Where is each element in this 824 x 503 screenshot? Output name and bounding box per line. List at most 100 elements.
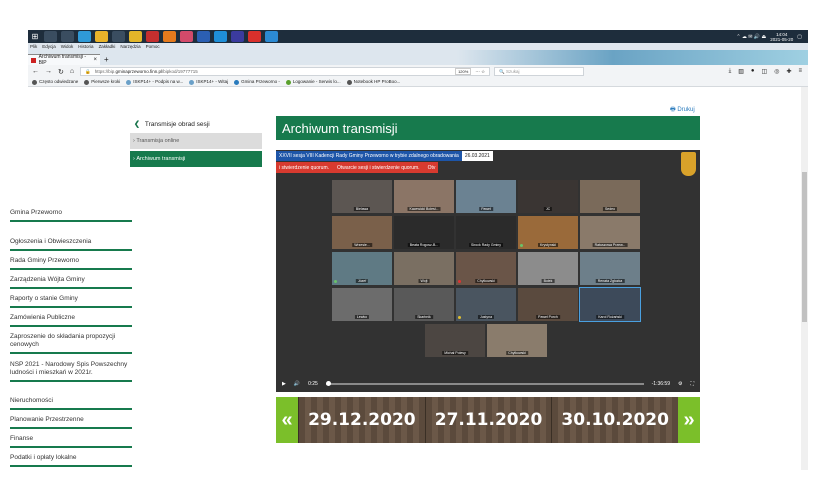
menu-icon[interactable]: ≡ [798,68,802,75]
speaking-icon [334,280,337,283]
carousel-slide[interactable]: 30.10.2020 [551,397,679,443]
app-icon[interactable] [180,31,193,42]
app-icon[interactable] [265,31,278,42]
store-icon[interactable] [112,31,125,42]
reload-icon[interactable]: ↻ [58,68,64,76]
extension-icon[interactable]: ◎ [774,68,779,75]
participant-tile: Ratuszowa Przew... [580,216,640,249]
app-icon[interactable] [197,31,210,42]
firefox-icon[interactable] [163,31,176,42]
carousel-next-button[interactable]: » [678,397,701,443]
menu-history[interactable]: Historia [78,44,93,49]
participant-name: Renata Zgłozka [595,279,625,283]
participant-tile: Krystynski [518,216,578,249]
participant-name: Sedeo [602,207,618,211]
toolbar-icons: ⤓ ▥ ● ◫ ◎ ✚ ≡ [729,68,808,75]
bookmark-item[interactable]: Gmina Przeworno - [234,79,280,85]
sidebar-item-finanse[interactable]: Finanse [10,435,132,448]
page-title: Archiwum transmisji [276,116,700,140]
participant-name: Józef [355,279,369,283]
sidebar-item-podatki[interactable]: Podatki i opłaty lokalne [10,454,132,467]
sidebar-item-zarzadzenia[interactable]: Zarządzenia Wójta Gminy [10,276,132,289]
sidebar-item-gmina[interactable]: Gmina Przeworno [10,209,132,222]
url-bar[interactable]: 🔒 https://bip.gminaprzeworno.finn.pl/bip… [80,67,491,76]
bookmark-item[interactable]: ISKP14+ - Podpis na w... [126,79,183,85]
forward-icon[interactable]: → [45,68,52,75]
page-scrollbar[interactable] [801,87,808,470]
app-icon[interactable] [248,31,261,42]
files-icon[interactable] [129,31,142,42]
print-button[interactable]: 🖶 Drukuj [670,105,695,115]
session-date: 26.03.2021 [461,150,493,161]
carousel-slide[interactable]: 27.11.2020 [424,397,552,443]
participant-name: Wrzesie... [352,243,372,247]
back-icon[interactable]: ← [32,68,39,75]
menu-view[interactable]: Widok [61,44,74,49]
participant-name: JC [543,207,553,211]
sidebar-item-archiwum[interactable]: › Archiwum transmisji [130,151,262,167]
participant-name: Bielawa [353,207,371,211]
folder-icon[interactable] [95,31,108,42]
sidebar-item-nieruchomosci[interactable]: Nieruchomości [10,397,132,410]
extension-icon[interactable]: ● [751,68,755,75]
seek-bar[interactable] [325,380,644,386]
sidebar-item-zaproszenie[interactable]: Zaproszenie do składania propozycji ceno… [10,333,132,354]
session-title: XXVII sesja VIII Kadencji Rady Gminy Prz… [276,150,462,161]
new-tab-button[interactable]: + [104,55,109,64]
library-icon[interactable]: ▥ [738,68,744,75]
app-icon[interactable] [146,31,159,42]
play-icon[interactable]: ▶ [282,381,286,387]
bookmark-item[interactable]: Często odwiedzane [32,79,78,85]
sidebar-icon[interactable]: ◫ [762,68,768,75]
navigation-bar: ← → ↻ ⌂ 🔒 https://bip.gminaprzeworno.fin… [28,65,808,78]
app-icon[interactable] [214,31,227,42]
sidebar-item-label: Archiwum transmisji [136,156,186,162]
notification-icon[interactable]: ▢ [797,34,802,40]
volume-icon[interactable]: 🔊 [294,381,300,387]
menu-help[interactable]: Pomoc [146,44,160,49]
participant-name: Krystynski [538,243,558,247]
search-icon[interactable] [44,31,57,42]
fullscreen-icon[interactable]: ⛶ [690,381,694,387]
sidebar-item-zamowienia[interactable]: Zamówienia Publiczne [10,314,132,327]
extension-icon[interactable]: ✚ [786,68,791,75]
clock[interactable]: 14:04 2021-05-20 [770,32,793,42]
seek-handle[interactable] [325,380,331,386]
elapsed-time: 0:25 [308,380,318,387]
bookmark-item[interactable]: ISKP14+ - Witaj [189,79,228,85]
menu-bookmarks[interactable]: Zakładki [99,44,116,49]
home-icon[interactable]: ⌂ [70,68,74,75]
sidebar-item-raporty[interactable]: Raporty o stanie Gminy [10,295,132,308]
edge-icon[interactable] [78,31,91,42]
bookmark-item[interactable]: Logowanie - Serwis lo... [285,79,341,85]
participant-name: Karol Rożański [596,315,624,319]
video-player[interactable]: XXVII sesja VIII Kadencji Rady Gminy Prz… [276,150,700,392]
tab-close-icon[interactable]: × [93,57,97,63]
search-input[interactable]: 🔍 Szukaj [494,67,585,76]
sidebar-item-rada[interactable]: Rada Gminy Przeworno [10,257,132,270]
carousel-prev-button[interactable]: « [276,397,298,443]
carousel-slide[interactable]: 29.12.2020 [298,397,425,443]
app-icon[interactable] [231,31,244,42]
browser-tab[interactable]: Archiwum transmisji - BIP × [28,54,100,66]
menu-file[interactable]: Plik [30,44,37,49]
task-view-icon[interactable] [61,31,74,42]
tray-icons[interactable]: ⌃ ☁ ✉ 🔊 ⏏ [736,34,766,40]
bookmark-item[interactable]: Notebook HP ProBoo... [346,79,400,85]
sidebar-item-ogloszenia[interactable]: Ogłoszenia i Obwieszczenia [10,238,132,251]
sidebar-item-nsp[interactable]: NSP 2021 - Narodowy Spis Powszechny ludn… [10,361,132,382]
bookmark-item[interactable]: Pierwsze kroki [84,79,120,85]
menu-tools[interactable]: Narzędzia [120,44,140,49]
settings-icon[interactable]: ⚙ [678,381,682,387]
download-icon[interactable]: ⤓ [729,68,732,75]
windows-start-icon[interactable]: ⊞ [28,30,42,43]
participant-tile: Sirock Rady Gminy [456,216,516,249]
sidebar-item-transmisja-online[interactable]: › Transmisja online [130,133,262,149]
sidebar-back-link[interactable]: ❮ Transmisje obrad sesji [130,115,262,133]
zoom-level[interactable]: 120% [455,68,472,75]
sidebar-item-planowanie[interactable]: Planowanie Przestrzenne [10,416,132,429]
muted-icon [458,280,461,283]
page-actions-icon[interactable]: ⋯ ☆ [475,69,485,75]
menu-edit[interactable]: Edycja [42,44,56,49]
scrollbar-thumb[interactable] [802,172,807,322]
